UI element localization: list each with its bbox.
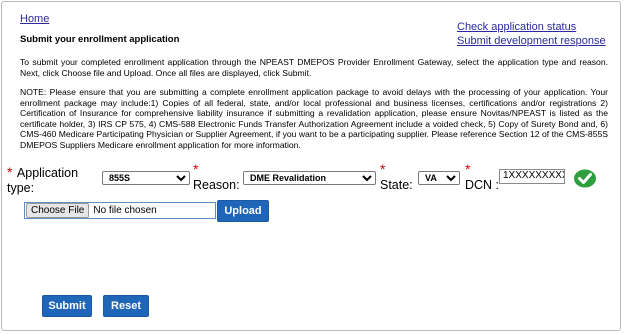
application-type-select[interactable]: 855S — [102, 171, 190, 185]
submit-development-link[interactable]: Submit development response — [457, 34, 606, 48]
dcn-label: * DCN : — [465, 161, 500, 192]
required-marker: * — [7, 164, 13, 180]
state-label: * State: — [380, 161, 413, 192]
application-type-label: * Application type: — [7, 164, 79, 195]
state-select[interactable]: VA — [418, 171, 460, 185]
choose-file-button[interactable]: Choose File — [26, 203, 90, 218]
reset-button[interactable]: Reset — [103, 295, 149, 317]
check-status-link[interactable]: Check application status — [457, 20, 606, 34]
intro-text: To submit your completed enrollment appl… — [20, 57, 608, 78]
submit-button[interactable]: Submit — [42, 295, 92, 317]
file-chooser[interactable]: Choose File No file chosen — [24, 202, 216, 219]
file-status-text: No file chosen — [93, 205, 157, 216]
status-links: Check application status Submit developm… — [457, 20, 606, 48]
note-text: NOTE: Please ensure that you are submitt… — [20, 87, 608, 150]
upload-button[interactable]: Upload — [217, 200, 269, 222]
dcn-input[interactable]: 1XXXXXXXXX — [499, 169, 565, 184]
page-title: Submit your enrollment application — [20, 34, 180, 45]
check-circle-icon — [574, 169, 596, 188]
reason-select[interactable]: DME Revalidation — [243, 171, 376, 185]
reason-label: * Reason: — [193, 161, 240, 192]
enrollment-panel: Home Submit your enrollment application … — [1, 1, 621, 331]
home-link[interactable]: Home — [20, 13, 49, 25]
